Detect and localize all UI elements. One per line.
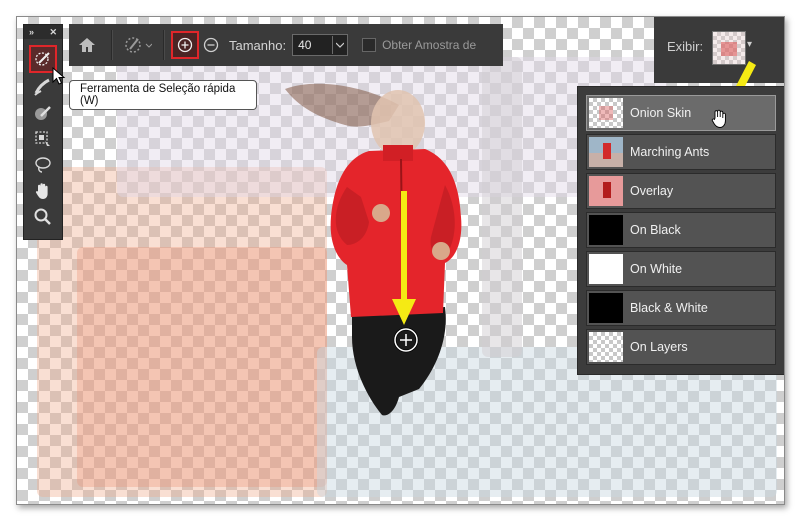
view-mode-label: On White: [630, 262, 683, 276]
zoom-tool[interactable]: [24, 204, 62, 230]
view-mode-label: Black & White: [630, 301, 708, 315]
add-to-selection-button[interactable]: [171, 31, 199, 59]
view-mode-marching-ants[interactable]: Marching Ants: [586, 134, 776, 170]
runner-collar: [383, 145, 413, 161]
on-white-thumbnail: [589, 254, 623, 284]
on-black-thumbnail: [589, 215, 623, 245]
tool-tooltip: Ferramenta de Seleção rápida (W): [69, 80, 257, 110]
view-mode-label: On Black: [630, 223, 681, 237]
sample-all-layers-label: Obter Amostra de: [382, 38, 477, 52]
runner-hand-left: [372, 204, 390, 222]
view-mode-onion-skin[interactable]: Onion Skin: [586, 95, 776, 131]
hand-tool[interactable]: [24, 178, 62, 204]
view-mode-label: Marching Ants: [630, 145, 710, 159]
view-mode-black-white[interactable]: Black & White: [586, 290, 776, 326]
subtract-from-selection-button[interactable]: [199, 37, 223, 53]
chevron-down-icon[interactable]: ▾: [747, 39, 752, 50]
marching-ants-thumbnail: [589, 137, 623, 167]
sample-all-layers-checkbox[interactable]: [362, 38, 377, 52]
close-icon[interactable]: ✕: [49, 27, 57, 38]
home-icon[interactable]: [69, 37, 105, 53]
brush-preset-picker[interactable]: [119, 35, 157, 55]
runner-hand-right: [432, 242, 450, 260]
on-layers-thumbnail: [589, 332, 623, 362]
canvas-area[interactable]: Tamanho: 40 Obter Amostra de Exibir: ▾ »…: [16, 16, 785, 505]
view-options: Exibir: ▾: [654, 17, 784, 135]
view-mode-on-layers[interactable]: On Layers: [586, 329, 776, 365]
lasso-tool[interactable]: [24, 152, 62, 178]
view-mode-label: Overlay: [630, 184, 674, 198]
runner-legs: [352, 307, 446, 416]
mouse-pointer-icon: [52, 67, 66, 85]
tools-panel-header: » ✕: [24, 25, 62, 39]
collapse-icon[interactable]: »: [29, 27, 34, 37]
view-mode-on-white[interactable]: On White: [586, 251, 776, 287]
overlay-thumbnail: [589, 176, 623, 206]
chevron-down-icon[interactable]: [332, 36, 347, 54]
view-mode-on-black[interactable]: On Black: [586, 212, 776, 248]
size-value[interactable]: 40: [293, 38, 332, 52]
view-mode-label: On Layers: [630, 340, 688, 354]
options-bar: Tamanho: 40 Obter Amostra de: [69, 24, 503, 66]
hand-cursor-icon: [711, 109, 726, 128]
view-mode-menu: Onion Skin Marching Ants Overlay On Blac…: [577, 86, 784, 375]
view-mode-overlay[interactable]: Overlay: [586, 173, 776, 209]
view-label: Exibir:: [667, 39, 704, 54]
view-mode-label: Onion Skin: [630, 106, 692, 120]
black-white-thumbnail: [589, 293, 623, 323]
size-input[interactable]: 40: [292, 34, 349, 56]
brush-tool[interactable]: [24, 100, 62, 126]
object-selection-tool[interactable]: [24, 126, 62, 152]
onion-skin-thumbnail: [589, 98, 623, 128]
size-label: Tamanho:: [229, 37, 287, 53]
arrow-shaft-down: [401, 191, 407, 301]
tools-panel: » ✕: [23, 24, 63, 240]
